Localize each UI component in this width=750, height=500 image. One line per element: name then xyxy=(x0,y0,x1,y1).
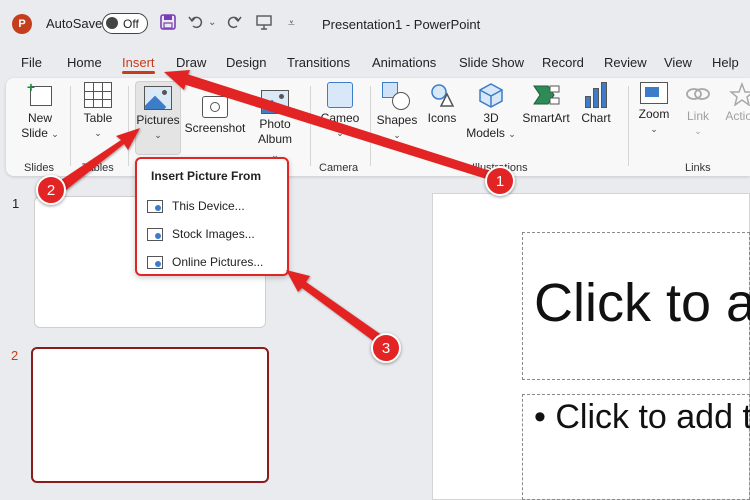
online-pictures-icon xyxy=(147,255,163,269)
device-picture-icon xyxy=(147,199,163,213)
body-placeholder-text: • Click to add text xyxy=(534,398,750,437)
menu-item-label: Stock Images... xyxy=(172,227,255,241)
menu-item-label: This Device... xyxy=(172,199,245,213)
stock-images-icon xyxy=(147,227,163,241)
body-placeholder-label: Click to add text xyxy=(555,398,750,436)
step-badge-3: 3 xyxy=(371,333,401,363)
menu-item-label: Online Pictures... xyxy=(172,255,264,269)
menu-header: Insert Picture From xyxy=(151,169,262,183)
insert-picture-menu: Insert Picture From This Device... Stock… xyxy=(135,157,289,276)
menu-item-online-pictures[interactable]: Online Pictures... xyxy=(147,255,263,269)
title-placeholder-text: Click to add title xyxy=(534,273,750,333)
menu-item-stock-images[interactable]: Stock Images... xyxy=(147,227,255,241)
step-badge-1: 1 xyxy=(485,166,515,196)
step-badge-2: 2 xyxy=(36,175,66,205)
slide-clip: Click to add title • Click to add text xyxy=(0,0,750,500)
menu-item-this-device[interactable]: This Device... xyxy=(147,199,245,213)
